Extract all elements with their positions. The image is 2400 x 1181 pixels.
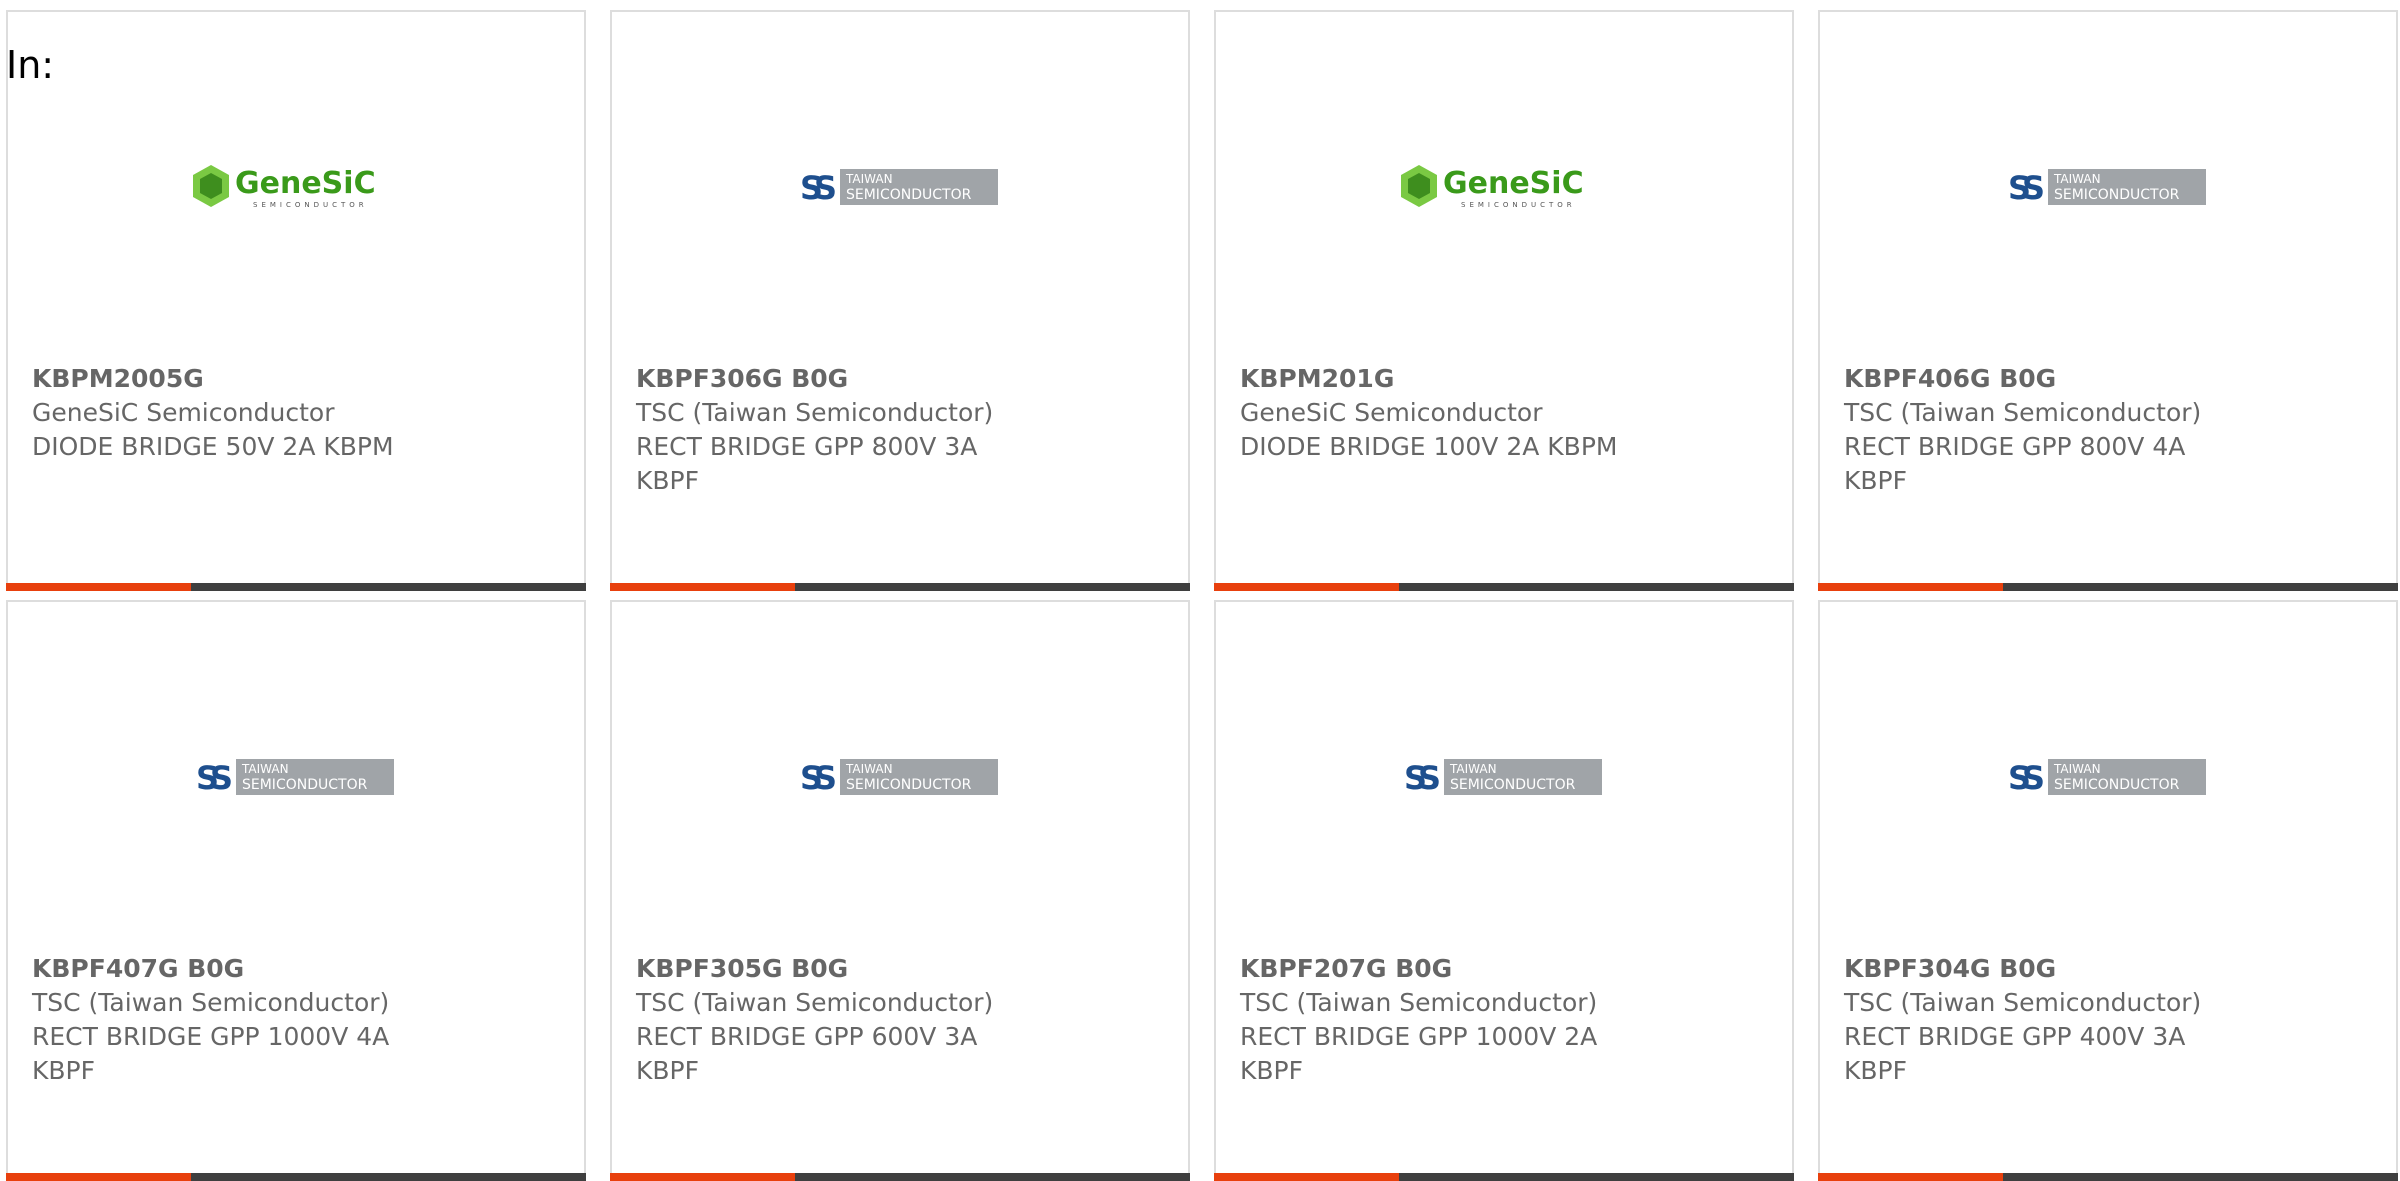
logo-container: S S TAIWAN SEMICONDUCTOR (612, 742, 1188, 812)
product-card[interactable]: GeneSiC SEMICONDUCTOR KBPM201G GeneSiC Se… (1214, 10, 1794, 591)
svg-text:S: S (2022, 759, 2045, 797)
manufacturer-name: TSC (Taiwan Semiconductor) (1844, 988, 2202, 1017)
product-card[interactable]: S S TAIWAN SEMICONDUCTOR KBPF406G B0G TSC (… (1818, 10, 2398, 591)
accent-segment (1818, 583, 2003, 591)
part-number-link[interactable]: KBPM2005G (32, 362, 432, 396)
part-number-link[interactable]: KBPF406G B0G (1844, 362, 2244, 396)
product-card[interactable]: S S TAIWAN SEMICONDUCTOR KBPF207G B0G TSC (… (1214, 600, 1794, 1181)
product-info: KBPF406G B0G TSC (Taiwan Semiconductor) … (1844, 362, 2244, 498)
card-accent-bar (610, 583, 1190, 591)
product-description: RECT BRIDGE GPP 400V 3A KBPF (1844, 1022, 2186, 1085)
part-number-link[interactable]: KBPF306G B0G (636, 362, 1036, 396)
part-number-link[interactable]: KBPF304G B0G (1844, 952, 2244, 986)
tsc-logo: S S TAIWAN SEMICONDUCTOR (800, 167, 1000, 207)
card-accent-bar (6, 583, 586, 591)
card-accent-bar (1214, 1173, 1794, 1181)
product-card[interactable]: S S TAIWAN SEMICONDUCTOR KBPF306G B0G TSC (… (610, 10, 1190, 591)
svg-text:SEMICONDUCTOR: SEMICONDUCTOR (846, 777, 972, 793)
svg-text:SEMICONDUCTOR: SEMICONDUCTOR (253, 201, 368, 209)
svg-text:SEMICONDUCTOR: SEMICONDUCTOR (1461, 201, 1576, 209)
product-description: RECT BRIDGE GPP 1000V 4A KBPF (32, 1022, 390, 1085)
card-accent-bar (6, 1173, 586, 1181)
svg-text:S: S (2022, 169, 2045, 207)
svg-text:SEMICONDUCTOR: SEMICONDUCTOR (2054, 777, 2180, 793)
tsc-logo: S S TAIWAN SEMICONDUCTOR (1404, 757, 1604, 797)
logo-container: S S TAIWAN SEMICONDUCTOR (8, 742, 584, 812)
product-info: KBPM2005G GeneSiC Semiconductor DIODE BR… (32, 362, 432, 464)
product-info: KBPF304G B0G TSC (Taiwan Semiconductor) … (1844, 952, 2244, 1088)
manufacturer-name: TSC (Taiwan Semiconductor) (636, 988, 994, 1017)
accent-segment (610, 1173, 795, 1181)
product-description: RECT BRIDGE GPP 1000V 2A KBPF (1240, 1022, 1598, 1085)
part-number-link[interactable]: KBPF407G B0G (32, 952, 432, 986)
svg-text:S: S (814, 759, 837, 797)
manufacturer-name: TSC (Taiwan Semiconductor) (32, 988, 390, 1017)
part-number-link[interactable]: KBPF305G B0G (636, 952, 1036, 986)
accent-segment (6, 1173, 191, 1181)
accent-segment (1818, 1173, 2003, 1181)
product-card[interactable]: S S TAIWAN SEMICONDUCTOR KBPF305G B0G TSC (… (610, 600, 1190, 1181)
svg-text:SEMICONDUCTOR: SEMICONDUCTOR (846, 187, 972, 203)
card-accent-bar (1818, 583, 2398, 591)
tsc-logo: S S TAIWAN SEMICONDUCTOR (2008, 757, 2208, 797)
product-description: DIODE BRIDGE 50V 2A KBPM (32, 432, 394, 461)
tsc-logo: S S TAIWAN SEMICONDUCTOR (800, 757, 1000, 797)
logo-container: GeneSiC SEMICONDUCTOR (1216, 152, 1792, 222)
accent-segment (6, 583, 191, 591)
product-info: KBPF306G B0G TSC (Taiwan Semiconductor) … (636, 362, 1036, 498)
svg-text:S: S (210, 759, 233, 797)
svg-text:GeneSiC: GeneSiC (235, 166, 376, 201)
product-card[interactable]: S S TAIWAN SEMICONDUCTOR KBPF304G B0G TSC (… (1818, 600, 2398, 1181)
product-info: KBPF207G B0G TSC (Taiwan Semiconductor) … (1240, 952, 1640, 1088)
svg-text:GeneSiC: GeneSiC (1443, 166, 1584, 201)
card-accent-bar (1214, 583, 1794, 591)
svg-text:SEMICONDUCTOR: SEMICONDUCTOR (2054, 187, 2180, 203)
product-info: KBPF407G B0G TSC (Taiwan Semiconductor) … (32, 952, 432, 1088)
genesic-logo: GeneSiC SEMICONDUCTOR (1399, 163, 1609, 211)
product-description: DIODE BRIDGE 100V 2A KBPM (1240, 432, 1618, 461)
logo-container: S S TAIWAN SEMICONDUCTOR (1820, 152, 2396, 222)
manufacturer-name: GeneSiC Semiconductor (1240, 398, 1543, 427)
product-description: RECT BRIDGE GPP 600V 3A KBPF (636, 1022, 978, 1085)
svg-text:TAIWAN: TAIWAN (241, 762, 289, 776)
product-grid: GeneSiC SEMICONDUCTOR KBPM2005G GeneSiC S… (0, 0, 2400, 1181)
filter-in-label: In: (6, 43, 55, 87)
part-number-link[interactable]: KBPF207G B0G (1240, 952, 1640, 986)
logo-container: GeneSiC SEMICONDUCTOR (8, 152, 584, 222)
svg-text:TAIWAN: TAIWAN (2053, 762, 2101, 776)
svg-text:S: S (814, 169, 837, 207)
logo-container: S S TAIWAN SEMICONDUCTOR (1820, 742, 2396, 812)
svg-text:TAIWAN: TAIWAN (845, 762, 893, 776)
manufacturer-name: TSC (Taiwan Semiconductor) (1844, 398, 2202, 427)
tsc-logo: S S TAIWAN SEMICONDUCTOR (196, 757, 396, 797)
accent-segment (610, 583, 795, 591)
svg-text:TAIWAN: TAIWAN (845, 172, 893, 186)
svg-text:SEMICONDUCTOR: SEMICONDUCTOR (1450, 777, 1576, 793)
card-accent-bar (610, 1173, 1190, 1181)
logo-container: S S TAIWAN SEMICONDUCTOR (612, 152, 1188, 222)
logo-container: S S TAIWAN SEMICONDUCTOR (1216, 742, 1792, 812)
product-description: RECT BRIDGE GPP 800V 4A KBPF (1844, 432, 2186, 495)
product-card[interactable]: GeneSiC SEMICONDUCTOR KBPM2005G GeneSiC S… (6, 10, 586, 591)
genesic-logo: GeneSiC SEMICONDUCTOR (191, 163, 401, 211)
manufacturer-name: TSC (Taiwan Semiconductor) (636, 398, 994, 427)
svg-text:TAIWAN: TAIWAN (2053, 172, 2101, 186)
manufacturer-name: GeneSiC Semiconductor (32, 398, 335, 427)
product-card[interactable]: S S TAIWAN SEMICONDUCTOR KBPF407G B0G TSC (… (6, 600, 586, 1181)
product-description: RECT BRIDGE GPP 800V 3A KBPF (636, 432, 978, 495)
accent-segment (1214, 583, 1399, 591)
accent-segment (1214, 1173, 1399, 1181)
tsc-logo: S S TAIWAN SEMICONDUCTOR (2008, 167, 2208, 207)
svg-text:SEMICONDUCTOR: SEMICONDUCTOR (242, 777, 368, 793)
card-accent-bar (1818, 1173, 2398, 1181)
product-info: KBPF305G B0G TSC (Taiwan Semiconductor) … (636, 952, 1036, 1088)
svg-text:TAIWAN: TAIWAN (1449, 762, 1497, 776)
svg-text:S: S (1418, 759, 1441, 797)
part-number-link[interactable]: KBPM201G (1240, 362, 1640, 396)
manufacturer-name: TSC (Taiwan Semiconductor) (1240, 988, 1598, 1017)
product-info: KBPM201G GeneSiC Semiconductor DIODE BRI… (1240, 362, 1640, 464)
